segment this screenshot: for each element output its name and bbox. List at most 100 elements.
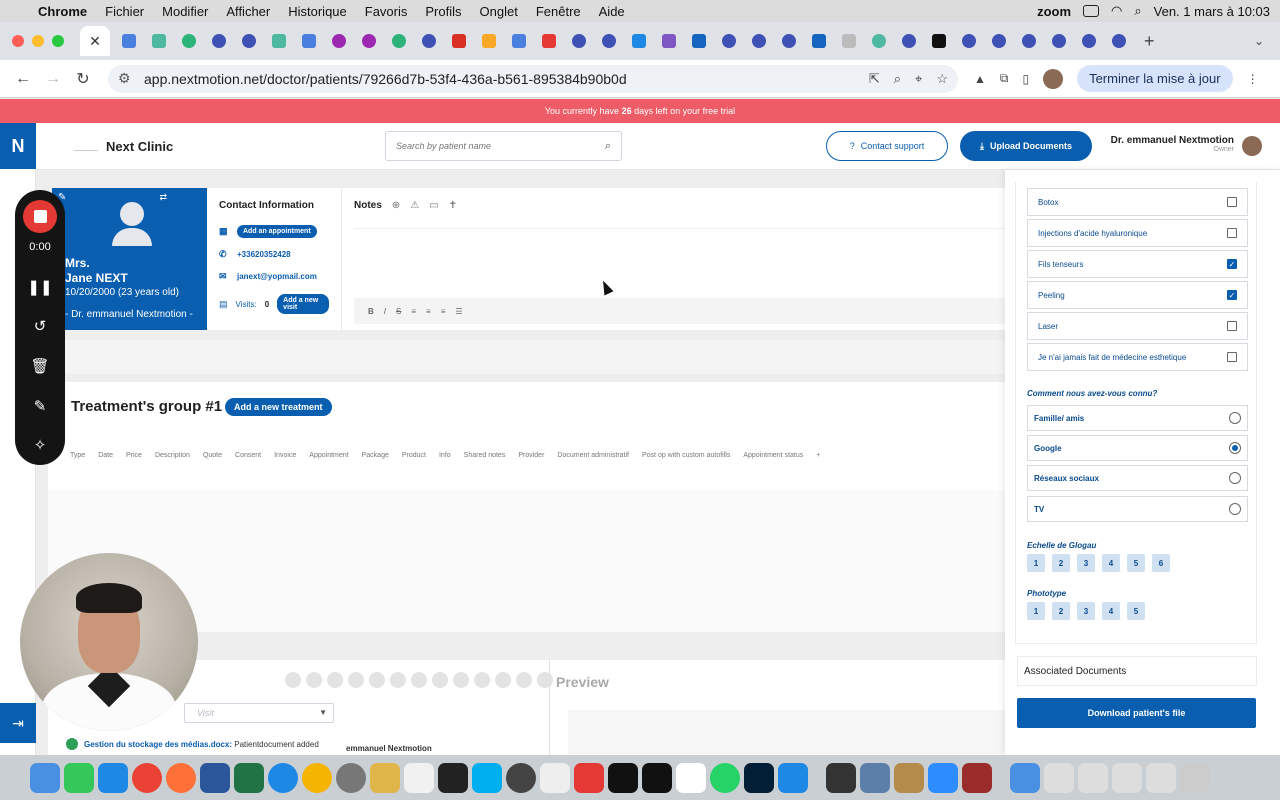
- finish-update-button[interactable]: Terminer la mise à jour: [1077, 65, 1233, 92]
- document-thumb-icon[interactable]: [1112, 762, 1142, 793]
- patient-search-input[interactable]: [396, 141, 605, 151]
- doc-type-icon[interactable]: [453, 672, 469, 688]
- battery-icon[interactable]: [1083, 5, 1100, 17]
- doc-type-icon[interactable]: [537, 672, 553, 688]
- effects-icon[interactable]: ✧: [34, 425, 47, 465]
- tab-favicon[interactable]: [208, 30, 230, 52]
- zoom-magnifier-icon[interactable]: ⌕: [894, 71, 901, 87]
- source-radio-row[interactable]: TV: [1027, 496, 1248, 522]
- archive-icon[interactable]: [894, 762, 924, 793]
- source-radio-row[interactable]: Famille/ amis: [1027, 405, 1248, 431]
- minimize-window-icon[interactable]: [32, 35, 44, 47]
- tab-favicon[interactable]: [298, 30, 320, 52]
- tab-favicon[interactable]: [928, 30, 950, 52]
- money-icon[interactable]: ▭: [429, 200, 438, 211]
- doc-type-icon[interactable]: [516, 672, 532, 688]
- tab-favicon[interactable]: [628, 30, 650, 52]
- tab-favicon[interactable]: [898, 30, 920, 52]
- tab-favicon[interactable]: [748, 30, 770, 52]
- activity-file-name[interactable]: Gestion du stockage des médias.docx:: [84, 740, 232, 749]
- extension-icon[interactable]: ▲: [974, 72, 986, 86]
- associated-documents[interactable]: Associated Documents: [1017, 656, 1257, 686]
- menu-app-name[interactable]: Chrome: [38, 4, 87, 19]
- zoom-status-label[interactable]: zoom: [1037, 4, 1071, 19]
- screenshot-icon[interactable]: [540, 762, 570, 793]
- tab-favicon[interactable]: [838, 30, 860, 52]
- side-panel-icon[interactable]: ▯: [1022, 72, 1029, 86]
- tab-favicon[interactable]: [358, 30, 380, 52]
- treatment-checkbox-row[interactable]: Fils tenseurs ✓: [1027, 250, 1248, 278]
- messages-icon[interactable]: [64, 762, 94, 793]
- trash-icon[interactable]: 🗑: [30, 346, 49, 386]
- tab-favicon[interactable]: [568, 30, 590, 52]
- forward-arrow-icon[interactable]: →: [40, 70, 66, 88]
- treatment-checkbox-row[interactable]: Je n'ai jamais fait de médecine esthetiq…: [1027, 343, 1248, 371]
- address-bar[interactable]: ⚙ app.nextmotion.net/doctor/patients/792…: [108, 64, 958, 93]
- stop-recording-button[interactable]: [23, 200, 57, 233]
- keynote-icon[interactable]: [778, 762, 808, 793]
- menu-fichier[interactable]: Fichier: [105, 4, 144, 19]
- notes-icon[interactable]: [404, 762, 434, 793]
- quicktime-icon[interactable]: [506, 762, 536, 793]
- treatment-checkbox-row[interactable]: Peeling ✓: [1027, 281, 1248, 309]
- checkbox[interactable]: [1227, 352, 1237, 362]
- patient-phone[interactable]: +33620352428: [237, 250, 291, 259]
- tab-favicon[interactable]: [118, 30, 140, 52]
- scale-option[interactable]: 1: [1027, 554, 1045, 572]
- doc-type-icon[interactable]: [348, 672, 364, 688]
- avatar[interactable]: [1242, 136, 1262, 156]
- open-in-app-icon[interactable]: ⇱: [869, 71, 880, 87]
- menu-afficher[interactable]: Afficher: [226, 4, 270, 19]
- upload-documents-button[interactable]: ⤓ Upload Documents: [960, 131, 1092, 161]
- treatment-checkbox-row[interactable]: Botox: [1027, 188, 1248, 216]
- reload-icon[interactable]: ↻: [70, 69, 96, 89]
- scale-option[interactable]: 6: [1152, 554, 1170, 572]
- radio-button[interactable]: [1229, 503, 1241, 515]
- contact-support-button[interactable]: ? Contact support: [826, 131, 948, 161]
- list-icon[interactable]: ☰: [455, 307, 462, 316]
- checkbox-checked[interactable]: ✓: [1227, 290, 1237, 300]
- scale-option[interactable]: 4: [1102, 554, 1120, 572]
- preview-app-icon[interactable]: [860, 762, 890, 793]
- scale-option[interactable]: 5: [1127, 554, 1145, 572]
- source-radio-row[interactable]: Réseaux sociaux: [1027, 465, 1248, 491]
- tab-favicon[interactable]: [538, 30, 560, 52]
- doc-type-icon[interactable]: [411, 672, 427, 688]
- calendar-icon[interactable]: [676, 762, 706, 793]
- notes-editor[interactable]: [354, 228, 1005, 298]
- tab-favicon[interactable]: [388, 30, 410, 52]
- safari-icon[interactable]: [268, 762, 298, 793]
- tab-favicon[interactable]: [718, 30, 740, 52]
- tab-favicon[interactable]: [418, 30, 440, 52]
- photoshop-icon[interactable]: [744, 762, 774, 793]
- app-store-icon[interactable]: [98, 762, 128, 793]
- maximize-window-icon[interactable]: [52, 35, 64, 47]
- align-right-icon[interactable]: ≡: [441, 307, 446, 316]
- treatment-checkbox-row[interactable]: Laser: [1027, 312, 1248, 340]
- tab-favicon[interactable]: [808, 30, 830, 52]
- system-settings-icon[interactable]: [336, 762, 366, 793]
- datetime[interactable]: Ven. 1 mars à 10:03: [1154, 4, 1270, 19]
- menu-aide[interactable]: Aide: [599, 4, 625, 19]
- skype-icon[interactable]: [472, 762, 502, 793]
- source-radio-row[interactable]: Google: [1027, 435, 1248, 461]
- scale-option[interactable]: 2: [1052, 554, 1070, 572]
- tab-favicon[interactable]: [1108, 30, 1130, 52]
- photos-icon[interactable]: [302, 762, 332, 793]
- menu-favoris[interactable]: Favoris: [365, 4, 408, 19]
- new-tab-button[interactable]: +: [1144, 31, 1155, 52]
- tab-favicon[interactable]: [688, 30, 710, 52]
- warning-icon[interactable]: ⚠: [410, 200, 419, 211]
- strike-button[interactable]: S: [396, 307, 401, 316]
- url-text[interactable]: app.nextmotion.net/doctor/patients/79266…: [144, 71, 627, 87]
- pineapple-app-icon[interactable]: [370, 762, 400, 793]
- tab-favicon[interactable]: [148, 30, 170, 52]
- add-column-button[interactable]: +: [816, 452, 820, 459]
- tab-favicon[interactable]: [268, 30, 290, 52]
- checkbox[interactable]: [1227, 321, 1237, 331]
- trash-icon[interactable]: [1180, 762, 1210, 793]
- scale-option[interactable]: 3: [1077, 554, 1095, 572]
- tab-favicon[interactable]: [238, 30, 260, 52]
- capcut-icon[interactable]: [642, 762, 672, 793]
- tab-favicon[interactable]: [598, 30, 620, 52]
